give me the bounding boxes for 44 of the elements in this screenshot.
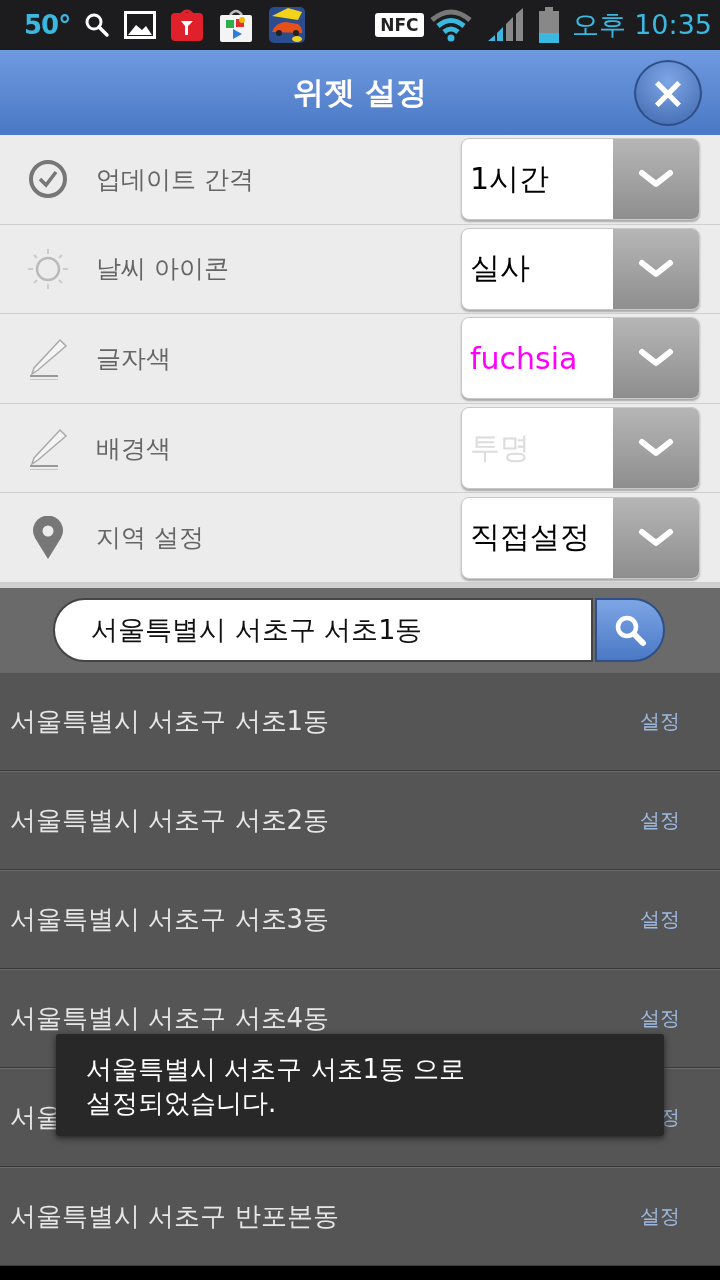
chevron-down-icon: [638, 258, 674, 279]
dropdown[interactable]: fuchsia: [461, 317, 700, 400]
pencil-icon: [28, 336, 68, 381]
dropdown[interactable]: 직접설정: [461, 496, 700, 579]
shopping-bag-icon: [218, 7, 255, 43]
close-button[interactable]: ×: [634, 60, 702, 126]
clock-text: 오후 10:35: [571, 8, 712, 42]
window-title: 위젯 설정: [292, 72, 428, 112]
location-pin-icon: [32, 515, 64, 560]
setting-label: 지역 설정: [96, 522, 205, 555]
sun-icon: [27, 247, 69, 290]
search-field[interactable]: 서울특별시 서초구 서초1동: [53, 597, 593, 662]
pencil-icon: [28, 426, 68, 471]
chevron-down-icon: [638, 348, 674, 369]
set-link[interactable]: 설정: [640, 905, 680, 933]
setting-label: 배경색: [96, 432, 172, 465]
address-text: 서울특별시 서초구 서초2동: [10, 803, 330, 837]
car-icon: [268, 6, 307, 44]
wifi-icon: [429, 8, 472, 42]
chevron-down-icon: [638, 169, 674, 190]
setting-label: 글자색: [96, 343, 172, 375]
battery-icon: [537, 7, 560, 43]
set-link[interactable]: 설정: [640, 806, 680, 834]
address-text: 서울특별시 서초구 반포본동: [10, 1199, 339, 1233]
nfc-badge: NFC: [375, 13, 424, 37]
chevron-down-icon: [638, 527, 674, 548]
shopping-bag-icon: [170, 8, 205, 42]
set-link[interactable]: 설정: [640, 1004, 680, 1032]
dropdown[interactable]: 1시간: [461, 138, 700, 221]
image-icon: [124, 11, 157, 39]
address-text: 서울특별시 서초구 서초4동: [10, 1001, 330, 1035]
set-link[interactable]: 설정: [640, 1202, 680, 1230]
toast-message: 서울특별시 서초구 서초1동 으로 설정되었습니다.: [56, 1034, 664, 1136]
dropdown[interactable]: 실사: [461, 227, 700, 310]
address-text: 서울특별시 서초구 서초3동: [10, 902, 330, 936]
chevron-down-icon: [638, 438, 674, 459]
search-icon: [84, 12, 111, 38]
setting-label: 날씨 아이콘: [96, 253, 230, 286]
setting-label: 업데이트 간격: [96, 163, 255, 196]
set-link[interactable]: 설정: [640, 707, 680, 735]
address-text: 서울특별시 서초구 서초1동: [10, 704, 330, 738]
temperature-text: 50°: [24, 10, 71, 40]
clock-icon: [28, 159, 68, 200]
search-button[interactable]: [595, 597, 665, 662]
